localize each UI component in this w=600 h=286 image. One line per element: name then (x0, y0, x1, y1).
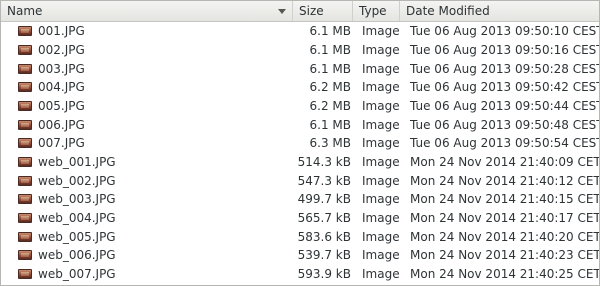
column-header-size-label: Size (299, 4, 324, 18)
file-size: 514.3 kB (297, 155, 351, 169)
file-row[interactable]: web_002.JPG 547.3 kB Image Mon 24 Nov 20… (1, 172, 599, 190)
column-header-date-modified[interactable]: Date Modified (400, 1, 599, 21)
image-file-icon (18, 26, 32, 36)
file-type: Image (362, 62, 400, 76)
file-type: Image (362, 267, 400, 281)
file-type: Image (362, 43, 400, 57)
file-row[interactable]: 003.JPG 6.1 MB Image Tue 06 Aug 2013 09:… (1, 60, 599, 78)
image-file-icon (18, 157, 32, 167)
image-file-icon (18, 64, 32, 74)
file-type: Image (362, 80, 400, 94)
file-size: 593.9 kB (297, 267, 351, 281)
file-date-modified: Tue 06 Aug 2013 09:50:28 CEST (410, 62, 600, 76)
file-date-modified: Tue 06 Aug 2013 09:50:48 CEST (410, 118, 600, 132)
image-file-icon (18, 120, 32, 130)
image-file-icon (18, 176, 32, 186)
file-type: Image (362, 155, 400, 169)
file-row[interactable]: 006.JPG 6.1 MB Image Tue 06 Aug 2013 09:… (1, 116, 599, 134)
file-type: Image (362, 230, 400, 244)
file-name: 002.JPG (38, 43, 85, 57)
file-type: Image (362, 24, 400, 38)
file-size: 547.3 kB (297, 174, 351, 188)
file-type: Image (362, 174, 400, 188)
file-date-modified: Tue 06 Aug 2013 09:50:42 CEST (410, 80, 600, 94)
file-size: 6.1 MB (309, 24, 351, 38)
image-file-icon (18, 82, 32, 92)
file-type: Image (362, 118, 400, 132)
file-list-view: Name Size Type Date Modified 001.JPG 6.1… (0, 0, 600, 286)
image-file-icon (18, 269, 32, 279)
file-row[interactable]: web_003.JPG 499.7 kB Image Mon 24 Nov 20… (1, 190, 599, 208)
image-file-icon (18, 194, 32, 204)
file-row[interactable]: web_005.JPG 583.6 kB Image Mon 24 Nov 20… (1, 228, 599, 246)
file-name: web_001.JPG (38, 155, 116, 169)
file-row[interactable]: 002.JPG 6.1 MB Image Tue 06 Aug 2013 09:… (1, 41, 599, 59)
file-name: 004.JPG (38, 80, 85, 94)
file-name: 006.JPG (38, 118, 85, 132)
column-header-name[interactable]: Name (1, 1, 293, 21)
file-date-modified: Mon 24 Nov 2014 21:40:12 CET (410, 174, 600, 188)
file-date-modified: Mon 24 Nov 2014 21:40:09 CET (410, 155, 600, 169)
file-date-modified: Mon 24 Nov 2014 21:40:25 CET (410, 267, 600, 281)
file-name: web_006.JPG (38, 248, 116, 262)
file-date-modified: Tue 06 Aug 2013 09:50:44 CEST (410, 99, 600, 113)
file-size: 499.7 kB (297, 192, 351, 206)
image-file-icon (18, 138, 32, 148)
file-type: Image (362, 136, 400, 150)
file-date-modified: Mon 24 Nov 2014 21:40:20 CET (410, 230, 600, 244)
column-header-bar: Name Size Type Date Modified (1, 1, 599, 22)
file-size: 6.3 MB (309, 136, 351, 150)
file-name: 003.JPG (38, 62, 85, 76)
file-date-modified: Tue 06 Aug 2013 09:50:54 CEST (410, 136, 600, 150)
sort-descending-icon[interactable] (278, 9, 286, 14)
column-header-size[interactable]: Size (293, 1, 353, 21)
file-name: web_005.JPG (38, 230, 116, 244)
file-row[interactable]: web_001.JPG 514.3 kB Image Mon 24 Nov 20… (1, 153, 599, 171)
column-header-name-label: Name (7, 4, 43, 18)
file-size: 6.1 MB (309, 62, 351, 76)
file-size: 6.1 MB (309, 43, 351, 57)
file-row[interactable]: web_007.JPG 593.9 kB Image Mon 24 Nov 20… (1, 265, 599, 283)
file-size: 583.6 kB (297, 230, 351, 244)
file-date-modified: Mon 24 Nov 2014 21:40:23 CET (410, 248, 600, 262)
file-row[interactable]: web_004.JPG 565.7 kB Image Mon 24 Nov 20… (1, 209, 599, 227)
image-file-icon (18, 101, 32, 111)
file-size: 6.1 MB (309, 118, 351, 132)
file-type: Image (362, 248, 400, 262)
file-date-modified: Mon 24 Nov 2014 21:40:15 CET (410, 192, 600, 206)
file-name: web_003.JPG (38, 192, 116, 206)
file-date-modified: Tue 06 Aug 2013 09:50:10 CEST (410, 24, 600, 38)
file-size: 565.7 kB (297, 211, 351, 225)
file-row[interactable]: 005.JPG 6.2 MB Image Tue 06 Aug 2013 09:… (1, 97, 599, 115)
file-name: 001.JPG (38, 24, 85, 38)
file-name: 005.JPG (38, 99, 85, 113)
column-header-type-label: Type (359, 4, 387, 18)
column-header-type[interactable]: Type (353, 1, 400, 21)
file-type: Image (362, 192, 400, 206)
file-name: 007.JPG (38, 136, 85, 150)
file-date-modified: Mon 24 Nov 2014 21:40:17 CET (410, 211, 600, 225)
file-row[interactable]: web_006.JPG 539.7 kB Image Mon 24 Nov 20… (1, 246, 599, 264)
file-row[interactable]: 004.JPG 6.2 MB Image Tue 06 Aug 2013 09:… (1, 78, 599, 96)
file-size: 6.2 MB (309, 99, 351, 113)
file-size: 6.2 MB (309, 80, 351, 94)
file-type: Image (362, 211, 400, 225)
image-file-icon (18, 45, 32, 55)
image-file-icon (18, 250, 32, 260)
image-file-icon (18, 213, 32, 223)
file-date-modified: Tue 06 Aug 2013 09:50:16 CEST (410, 43, 600, 57)
file-name: web_004.JPG (38, 211, 116, 225)
file-size: 539.7 kB (297, 248, 351, 262)
file-row[interactable]: 001.JPG 6.1 MB Image Tue 06 Aug 2013 09:… (1, 22, 599, 40)
column-header-date-label: Date Modified (406, 4, 490, 18)
file-row[interactable]: 007.JPG 6.3 MB Image Tue 06 Aug 2013 09:… (1, 134, 599, 152)
file-type: Image (362, 99, 400, 113)
file-name: web_002.JPG (38, 174, 116, 188)
file-name: web_007.JPG (38, 267, 116, 281)
image-file-icon (18, 232, 32, 242)
